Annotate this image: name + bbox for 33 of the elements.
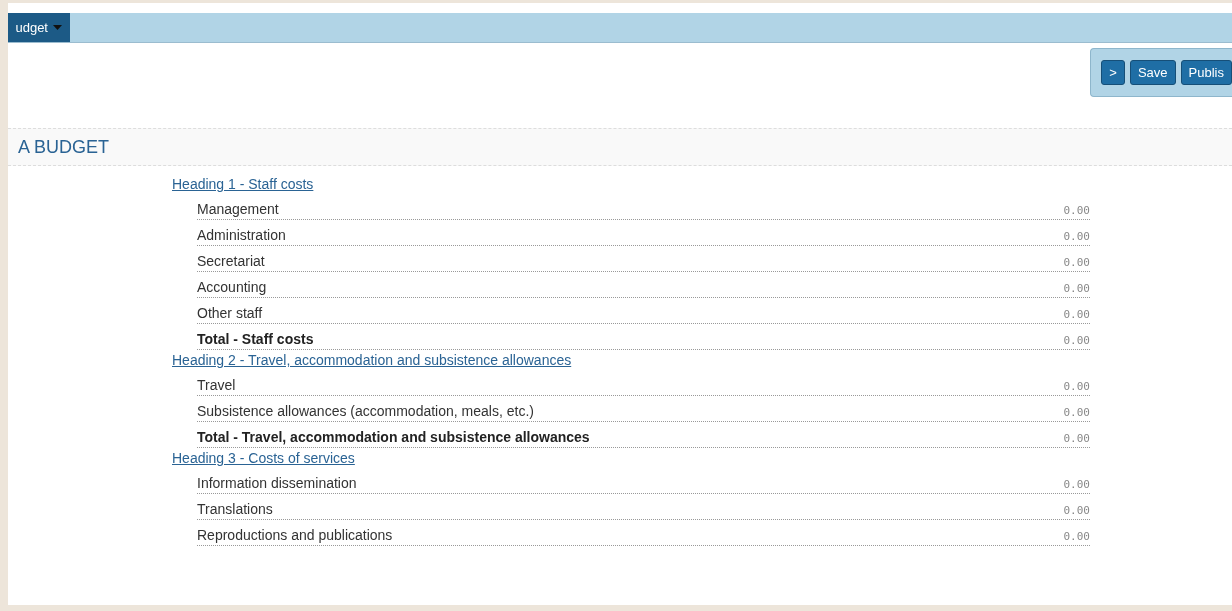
row-label: Subsistence allowances (accommodation, meals, etc.) [197,403,534,419]
toolbar-button[interactable]: Publis [1180,60,1232,85]
row-value: 0.00 [1063,380,1090,393]
heading-link[interactable]: Heading 3 - Costs of services [172,449,355,467]
row-value: 0.00 [1063,504,1090,517]
row-value: 0.00 [1063,530,1090,543]
toolbar-button[interactable]: > [1101,60,1125,85]
row-label: Administration [197,227,286,243]
section-title: A BUDGET [18,136,110,158]
row-value: 0.00 [1063,230,1090,243]
row-value: 0.00 [1063,334,1090,347]
row-value: 0.00 [1063,256,1090,269]
caret-icon [53,25,62,30]
row-label: Total - Staff costs [197,331,314,347]
row-label: Secretariat [197,253,265,269]
row-label: Total - Travel, accommodation and subsistence allowances [197,429,590,445]
toolbar-button[interactable]: Save [1129,60,1176,85]
row-label: Accounting [197,279,267,295]
row-label: Management [197,201,279,217]
row-label: Information dissemination [197,475,357,491]
row-value: 0.00 [1063,204,1090,217]
heading-link[interactable]: Heading 2 - Travel, accommodation and subsistence allowances [172,351,572,369]
row-label: Other staff [197,305,263,321]
row-value: 0.00 [1063,282,1090,295]
row-label: Reproductions and publications [197,527,393,543]
budget-menu[interactable]: udget [8,13,70,42]
row-label: Translations [197,501,273,517]
row-value: 0.00 [1063,432,1090,445]
row-value: 0.00 [1063,406,1090,419]
heading-link[interactable]: Heading 1 - Staff costs [172,175,314,193]
row-value: 0.00 [1063,308,1090,321]
row-label: Travel [197,377,236,393]
row-value: 0.00 [1063,478,1090,491]
